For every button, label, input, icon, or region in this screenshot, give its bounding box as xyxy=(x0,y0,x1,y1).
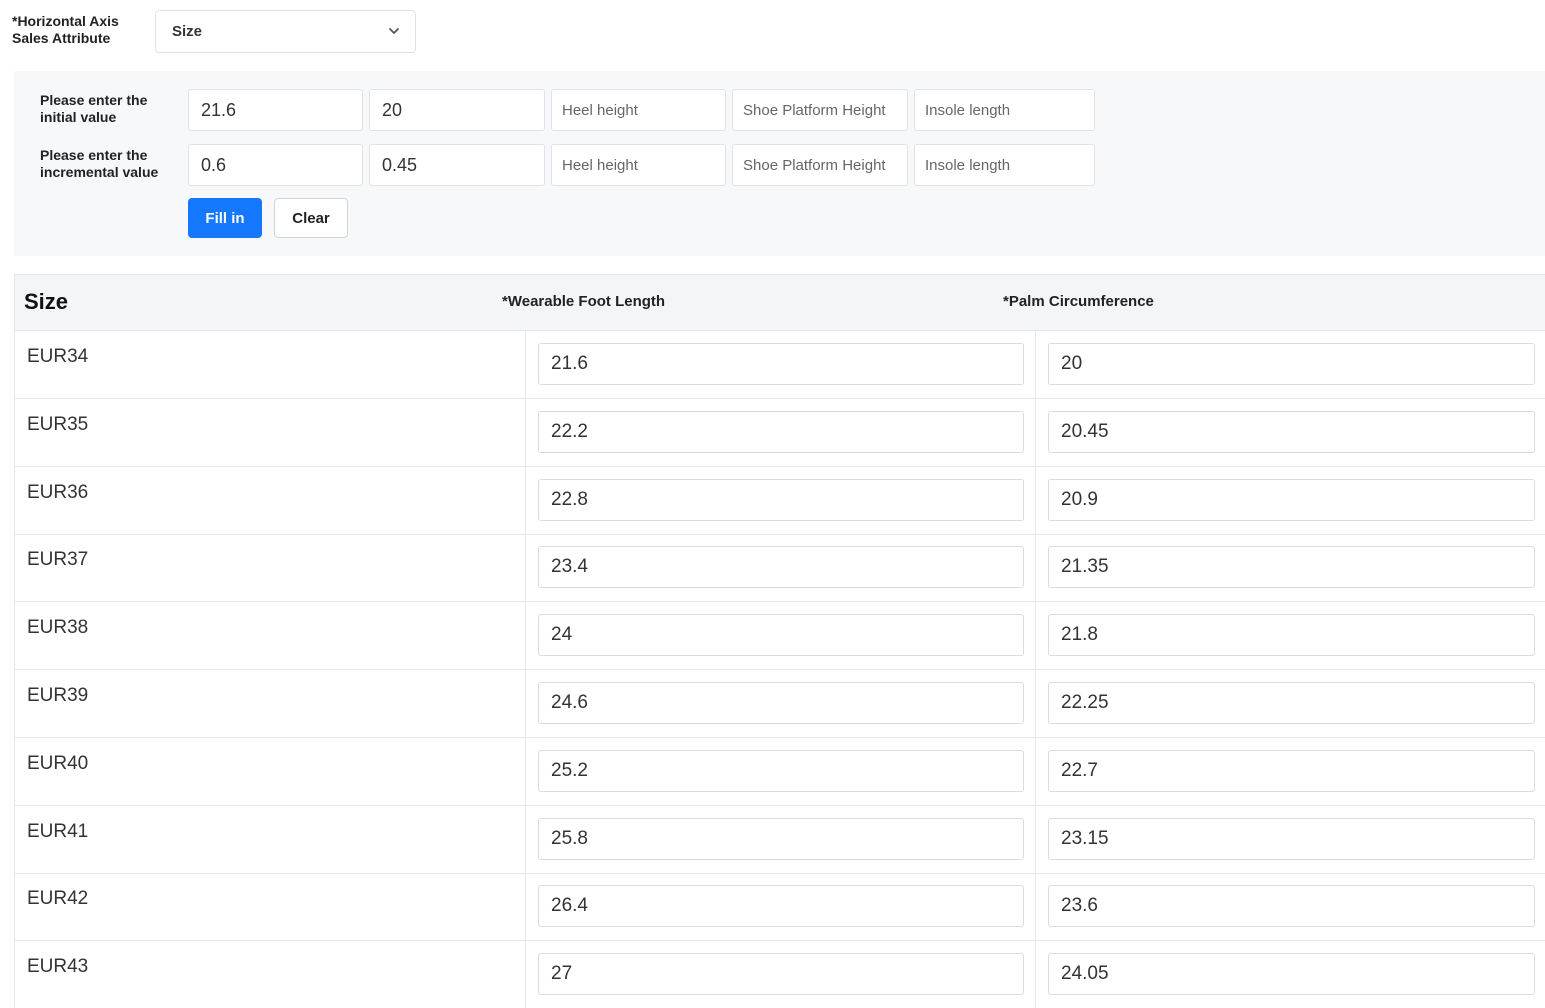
foot-length-input[interactable]: 24 xyxy=(538,614,1024,657)
row-size-label: EUR34 xyxy=(27,346,89,367)
palm-circumference-input[interactable]: 22.25 xyxy=(1048,682,1535,724)
size-table: Size *Wearable Foot Length *Palm Circumf… xyxy=(14,274,1545,1008)
table-row: EUR38 24 21.8 xyxy=(15,602,1545,671)
foot-length-input[interactable]: 27 xyxy=(538,953,1024,996)
table-row: EUR37 23.4 21.35 xyxy=(15,534,1545,603)
foot-length-input[interactable]: 24.6 xyxy=(538,682,1024,724)
palm-circumference-input[interactable]: 21.35 xyxy=(1048,546,1535,589)
palm-circumference-input[interactable]: 21.8 xyxy=(1048,614,1535,657)
column-divider xyxy=(525,331,526,398)
incremental-foot-length-input[interactable]: 0.6 xyxy=(188,144,363,186)
clear-button[interactable]: Clear xyxy=(274,198,348,238)
column-divider xyxy=(1035,805,1036,873)
palm-circumference-input[interactable]: 23.15 xyxy=(1048,817,1535,860)
initial-value-label: Please enter the initial value xyxy=(40,92,148,125)
row-size-label: EUR35 xyxy=(27,413,89,435)
column-divider xyxy=(525,534,526,602)
row-size-label: EUR38 xyxy=(27,617,89,639)
column-divider xyxy=(1035,331,1036,398)
column-divider xyxy=(1035,941,1036,1008)
incremental-heel-height-input[interactable]: Heel height xyxy=(551,144,726,186)
row-size-label: EUR42 xyxy=(27,888,89,910)
column-divider xyxy=(525,670,526,737)
size-chart-editor: *Horizontal Axis Sales Attribute Size Pl… xyxy=(0,0,1545,1008)
palm-circumference-input[interactable]: 20 xyxy=(1048,343,1535,385)
table-row: EUR41 25.8 23.15 xyxy=(15,805,1545,874)
initial-heel-height-input[interactable]: Heel height xyxy=(551,89,726,131)
table-row: EUR35 22.2 20.45 xyxy=(15,398,1545,467)
initial-palm-circumference-input[interactable]: 20 xyxy=(369,89,545,131)
row-size-label: EUR39 xyxy=(27,685,89,706)
column-divider xyxy=(1035,737,1036,805)
initial-platform-height-input[interactable]: Shoe Platform Height xyxy=(732,89,908,131)
foot-length-input[interactable]: 25.2 xyxy=(538,749,1024,792)
column-divider xyxy=(1035,398,1036,466)
row-size-label: EUR40 xyxy=(27,752,89,774)
sales-attribute-select[interactable]: Size xyxy=(155,10,416,53)
incremental-insole-length-input[interactable]: Insole length xyxy=(914,144,1095,186)
column-divider xyxy=(1035,873,1036,941)
header-size: Size xyxy=(24,289,69,314)
foot-length-input[interactable]: 23.4 xyxy=(538,546,1024,589)
row-size-label: EUR41 xyxy=(27,820,89,842)
table-row: EUR43 27 24.05 xyxy=(15,941,1545,1008)
table-row: EUR34 21.6 20 xyxy=(15,331,1545,399)
column-divider xyxy=(525,805,526,873)
table-row: EUR39 24.6 22.25 xyxy=(15,670,1545,738)
row-size-label: EUR37 xyxy=(27,549,89,571)
foot-length-input[interactable]: 22.2 xyxy=(538,410,1024,453)
foot-length-input[interactable]: 22.8 xyxy=(538,478,1024,521)
column-divider xyxy=(1035,534,1036,602)
column-divider xyxy=(1035,466,1036,534)
initial-foot-length-input[interactable]: 21.6 xyxy=(188,89,363,131)
row-size-label: EUR43 xyxy=(27,956,89,978)
palm-circumference-input[interactable]: 24.05 xyxy=(1048,953,1535,996)
column-divider xyxy=(525,873,526,941)
palm-circumference-input[interactable]: 20.9 xyxy=(1048,478,1535,521)
batch-fill-panel: Please enter the initial value 21.6 20 H… xyxy=(14,71,1545,256)
palm-circumference-input[interactable]: 22.7 xyxy=(1048,749,1535,792)
table-row: EUR40 25.2 22.7 xyxy=(15,737,1545,806)
horizontal-axis-label: *Horizontal Axis Sales Attribute xyxy=(12,13,119,46)
column-divider xyxy=(525,398,526,466)
foot-length-input[interactable]: 25.8 xyxy=(538,817,1024,860)
chevron-down-icon xyxy=(389,28,399,34)
header-foot-length: *Wearable Foot Length xyxy=(502,293,666,310)
column-divider xyxy=(525,466,526,534)
sales-attribute-selected-value: Size xyxy=(172,23,203,40)
table-row: EUR36 22.8 20.9 xyxy=(15,466,1545,535)
palm-circumference-input[interactable]: 23.6 xyxy=(1048,885,1535,928)
row-size-label: EUR36 xyxy=(27,481,89,503)
column-divider xyxy=(1035,602,1036,670)
foot-length-input[interactable]: 21.6 xyxy=(538,343,1024,385)
incremental-palm-circumference-input[interactable]: 0.45 xyxy=(369,144,545,186)
fill-in-button[interactable]: Fill in xyxy=(188,198,262,238)
incremental-platform-height-input[interactable]: Shoe Platform Height xyxy=(732,144,908,186)
column-divider xyxy=(525,737,526,805)
column-divider xyxy=(525,602,526,670)
initial-insole-length-input[interactable]: Insole length xyxy=(914,89,1095,131)
column-divider xyxy=(1035,670,1036,737)
incremental-value-label: Please enter the incremental value xyxy=(40,147,159,180)
header-palm-circumference: *Palm Circumference xyxy=(1003,293,1154,310)
palm-circumference-input[interactable]: 20.45 xyxy=(1048,410,1535,453)
foot-length-input[interactable]: 26.4 xyxy=(538,885,1024,928)
column-divider xyxy=(525,941,526,1008)
table-header: Size *Wearable Foot Length *Palm Circumf… xyxy=(15,275,1545,331)
table-row: EUR42 26.4 23.6 xyxy=(15,873,1545,942)
